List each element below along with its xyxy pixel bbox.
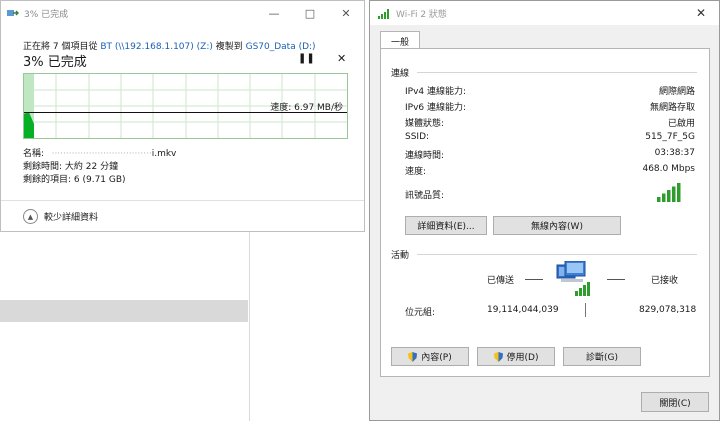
signal-bar xyxy=(662,193,666,202)
file-name: i.mkv xyxy=(151,149,177,159)
destination-link[interactable]: GS70_Data (D:) xyxy=(246,42,316,52)
signal-bar xyxy=(657,197,661,202)
copy-details: 名稱: ···································i… xyxy=(23,148,176,187)
wifi-titlebar: Wi-Fi 2 狀態 ✕ xyxy=(370,1,719,25)
maximize-button[interactable]: □ xyxy=(292,1,328,25)
signal-bars-icon xyxy=(378,8,389,19)
explorer-selected-row[interactable] xyxy=(0,300,248,322)
copy-window-title: 3% 已完成 xyxy=(7,7,68,20)
row-media-state: 媒體狀態: 已啟用 xyxy=(405,119,695,129)
row-duration: 連線時間: 03:38:37 xyxy=(405,148,695,161)
close-dialog-button[interactable]: 關閉(C) xyxy=(641,392,709,412)
explorer-background xyxy=(0,232,250,421)
copy-window-controls: — □ ✕ xyxy=(256,1,364,25)
row-ssid: SSID: 515_7F_5G xyxy=(405,132,695,142)
pause-button[interactable]: ❚❚ xyxy=(298,53,315,64)
general-panel: 連線 IPv4 連線能力: 網際網路 IPv6 連線能力: 無網路存取 媒體狀態… xyxy=(380,48,710,377)
close-button[interactable]: ✕ xyxy=(328,1,364,25)
source-link[interactable]: BT (\\192.168.1.107) (Z:) xyxy=(100,42,213,52)
bytes-sent: 19,114,044,039 xyxy=(487,305,559,315)
file-name-row: 名稱: ···································i… xyxy=(23,149,177,159)
activity-group-header: 活動 xyxy=(391,248,697,261)
wireless-properties-button[interactable]: 無線內容(W) xyxy=(493,216,621,235)
time-remaining: 剩餘時間: 大約 22 分鐘 xyxy=(23,162,119,172)
signal-bar xyxy=(677,183,681,202)
percent-complete: 3% 已完成 xyxy=(23,55,87,70)
bytes-label: 位元組: xyxy=(405,308,436,318)
copy-icon xyxy=(7,10,19,16)
transfer-speed: 速度: 6.97 MB/秒 xyxy=(270,103,343,113)
diagnose-button[interactable]: 診斷(G) xyxy=(563,347,641,366)
received-label: 已接收 xyxy=(651,276,679,286)
copy-progress-window: 3% 已完成 — □ ✕ 正在將 7 個項目從 BT (\\192.168.1.… xyxy=(0,0,365,232)
disable-button[interactable]: 停用(D) xyxy=(477,347,555,366)
sent-label: 已傳送 xyxy=(487,276,515,286)
connection-group-header: 連線 xyxy=(391,66,697,79)
shield-icon xyxy=(408,351,418,362)
transfer-speed-graph: 速度: 6.97 MB/秒 xyxy=(23,73,348,139)
row-speed: 速度: 468.0 Mbps xyxy=(405,164,695,177)
properties-button[interactable]: 內容(P) xyxy=(391,347,469,366)
bytes-received: 829,078,318 xyxy=(639,305,697,315)
chevron-up-icon: ▲ xyxy=(23,209,38,224)
signal-quality-icon xyxy=(657,183,681,202)
details-button[interactable]: 詳細資料(E)... xyxy=(405,216,487,235)
cancel-copy-button[interactable]: ✕ xyxy=(337,52,346,65)
wifi-window-title: Wi-Fi 2 狀態 xyxy=(396,10,447,20)
wifi-status-dialog: Wi-Fi 2 狀態 ✕ 一般 連線 IPv4 連線能力: 網際網路 IPv6 … xyxy=(369,0,720,421)
row-ipv4: IPv4 連線能力: 網際網路 xyxy=(405,87,695,97)
shield-icon xyxy=(493,351,503,362)
signal-bar xyxy=(667,190,671,202)
signal-bar xyxy=(672,186,676,202)
network-computers-icon xyxy=(556,261,590,296)
copy-divider xyxy=(1,200,364,201)
row-signal-quality: 訊號品質: xyxy=(405,191,445,201)
less-details-toggle[interactable]: ▲ 較少詳細資料 xyxy=(23,209,98,224)
items-remaining: 剩餘的項目: 6 (9.71 GB) xyxy=(23,175,126,185)
wifi-close-icon[interactable]: ✕ xyxy=(683,1,719,25)
file-name-obscured: ··································· xyxy=(46,149,152,159)
minimize-button[interactable]: — xyxy=(256,1,292,25)
row-ipv6: IPv6 連線能力: 無網路存取 xyxy=(405,103,695,113)
